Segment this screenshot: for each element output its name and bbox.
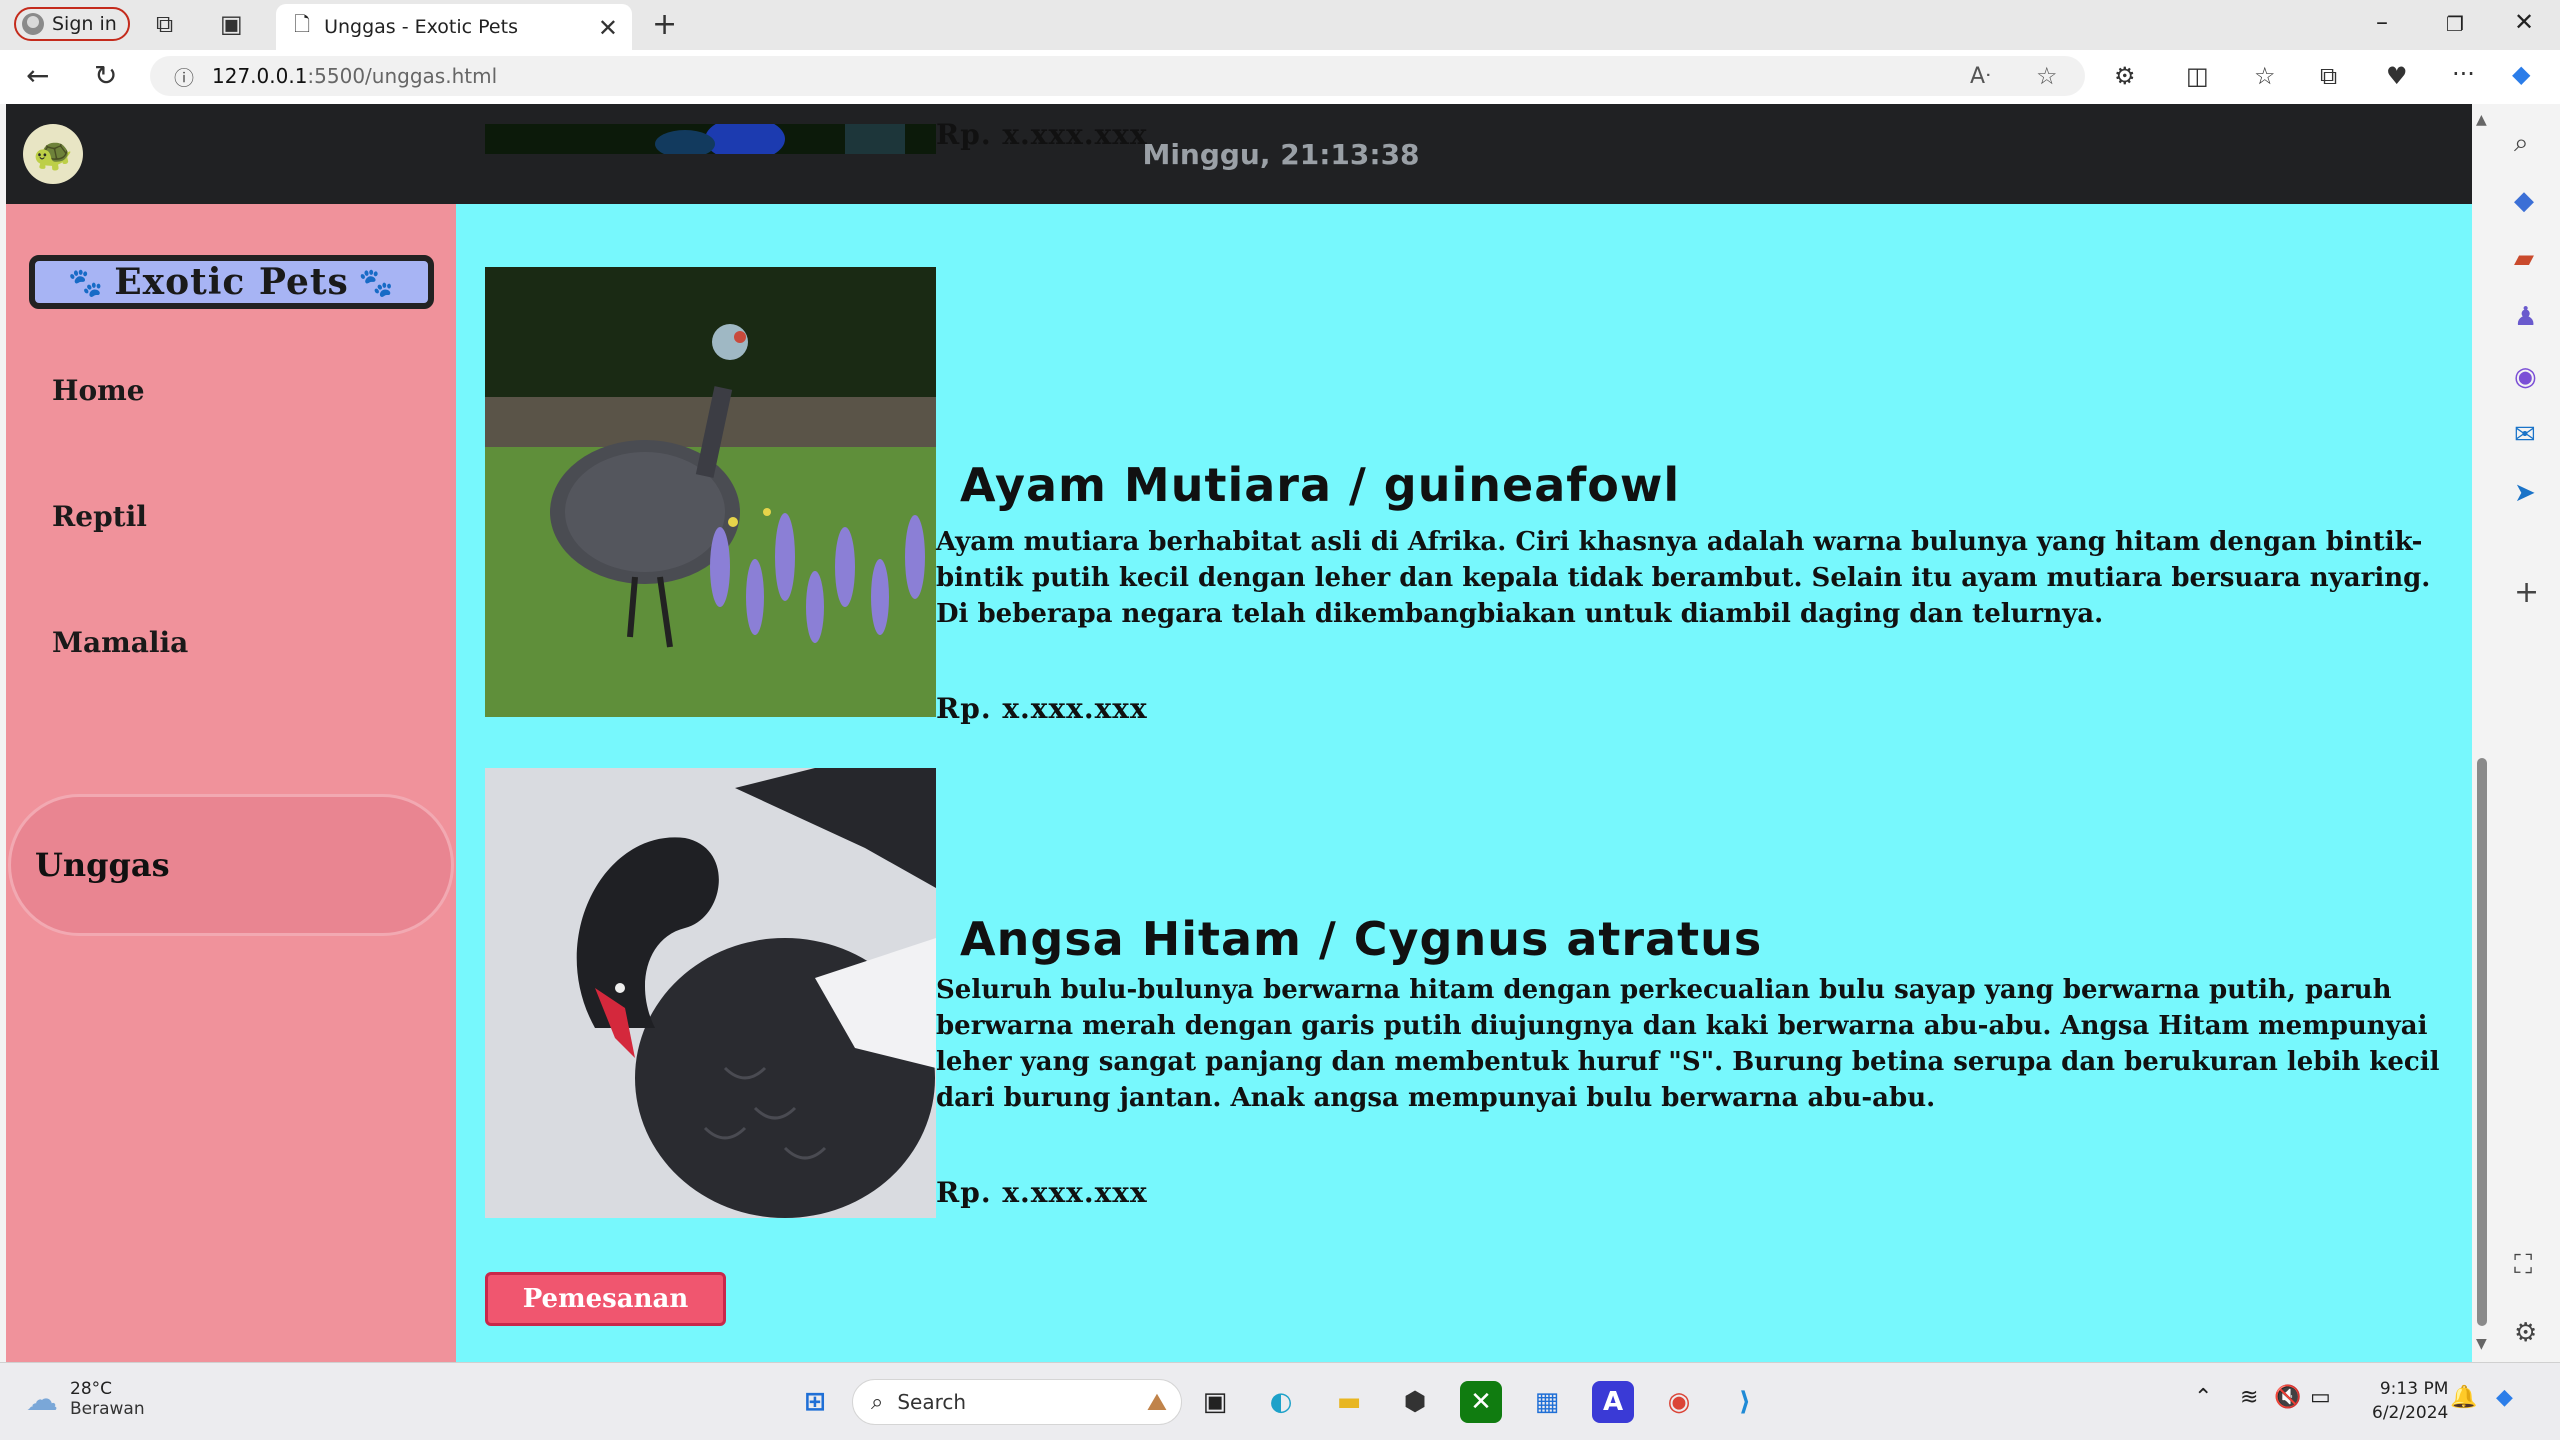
notification-icon[interactable]: 🔔	[2450, 1385, 2477, 1410]
outlook-icon[interactable]: ✉	[2514, 422, 2536, 448]
windows-taskbar: ☁ 28°C Berawan ⊞ ⌕ Search ⛰ ▣ ◐ ▬ ⬢ ✕ ▦ …	[0, 1362, 2560, 1440]
browser-essentials-icon[interactable]: ♥	[2386, 64, 2408, 88]
scroll-up-icon[interactable]: ▲	[2476, 112, 2487, 128]
brand-name: Exotic Pets	[114, 261, 349, 303]
screenshot-icon[interactable]: ⛶	[2514, 1252, 2532, 1278]
vscode-icon[interactable]: ⟩	[1724, 1381, 1766, 1423]
order-button[interactable]: Pemesanan	[485, 1272, 726, 1326]
read-aloud-icon[interactable]: Aᐧ	[1970, 64, 1991, 89]
copilot-taskbar-icon[interactable]: ◆	[2496, 1385, 2513, 1410]
app-cube-icon[interactable]: ⬢	[1394, 1381, 1436, 1423]
nav-reptil[interactable]: Reptil	[52, 500, 147, 533]
product-price: Rp. x.xxx.xxx	[936, 1176, 1148, 1209]
send-icon[interactable]: ➤	[2514, 480, 2536, 506]
tab-title: Unggas - Exotic Pets	[324, 16, 518, 38]
web-page: 🐢 Minggu, 21:13:38 Rp. x.xxx.xxx 🐾 Exoti…	[6, 104, 2472, 1362]
split-screen-icon[interactable]: ◫	[2186, 64, 2209, 88]
tab-actions-icon[interactable]: ▣	[220, 12, 243, 36]
brand-badge[interactable]: 🐾 Exotic Pets 🐾	[29, 255, 434, 309]
nav-home[interactable]: Home	[52, 374, 145, 407]
volume-muted-icon[interactable]: 🔇	[2274, 1385, 2301, 1410]
new-tab-icon[interactable]: +	[652, 10, 677, 40]
tab-unggas[interactable]: 🗋 Unggas - Exotic Pets ✕	[276, 4, 632, 50]
taskbar-search[interactable]: ⌕ Search ⛰	[852, 1379, 1182, 1425]
clock-tray[interactable]: 9:13 PM 6/2/2024	[2372, 1377, 2448, 1425]
shopping-icon[interactable]: ◆	[2514, 188, 2534, 214]
product-title: Ayam Mutiara / guineafowl	[960, 458, 1681, 512]
minimize-icon[interactable]: –	[2376, 8, 2388, 36]
favorite-star-icon[interactable]: ☆	[2036, 62, 2058, 90]
store-icon[interactable]: ▦	[1526, 1381, 1568, 1423]
profile-icon	[22, 13, 44, 35]
settings-gear-icon[interactable]: ⚙	[2514, 1320, 2537, 1346]
extensions-icon[interactable]: ⚙	[2114, 64, 2136, 88]
product-title: Angsa Hitam / Cygnus atratus	[960, 912, 1763, 966]
url-path: :5500/unggas.html	[307, 64, 498, 88]
task-view-icon[interactable]: ▣	[1194, 1381, 1236, 1423]
file-explorer-icon[interactable]: ▬	[1328, 1381, 1370, 1423]
product-image-peacock	[485, 124, 936, 154]
sign-in-button[interactable]: Sign in	[14, 7, 130, 41]
start-icon[interactable]: ⊞	[794, 1381, 836, 1423]
sidebar: 🐾 Exotic Pets 🐾 Home Reptil Mamalia Ungg…	[6, 204, 456, 1362]
info-icon[interactable]: ⓘ	[174, 62, 194, 91]
scroll-down-icon[interactable]: ▼	[2476, 1336, 2487, 1352]
temperature: 28°C	[70, 1379, 113, 1399]
address-bar[interactable]: ⓘ 127.0.0.1:5500/unggas.html Aᐧ ☆	[150, 56, 2085, 96]
app-a-icon[interactable]: A	[1592, 1381, 1634, 1423]
edge-taskbar-icon[interactable]: ◐	[1260, 1381, 1302, 1423]
browser-tab-bar: Sign in ⧉ ▣ 🗋 Unggas - Exotic Pets ✕ + –…	[0, 0, 2560, 50]
back-icon[interactable]: ←	[26, 62, 49, 90]
edge-sidebar: ⌕ ◆ ▰ ♟ ◉ ✉ ➤ + ⛶ ⚙	[2496, 104, 2560, 1362]
battery-icon[interactable]: ▭	[2310, 1385, 2331, 1410]
more-menu-icon[interactable]: ···	[2452, 62, 2475, 86]
scroll-thumb[interactable]	[2477, 758, 2487, 1326]
site-header: 🐢 Minggu, 21:13:38	[6, 104, 2472, 204]
tray-time: 9:13 PM	[2379, 1379, 2449, 1399]
product-image-black-swan	[485, 768, 936, 1218]
add-sidebar-icon[interactable]: +	[2514, 578, 2539, 608]
sign-in-label: Sign in	[52, 13, 117, 35]
product-image-guineafowl	[485, 267, 936, 717]
workspaces-icon[interactable]: ⧉	[156, 12, 173, 36]
tray-overflow-icon[interactable]: ⌃	[2194, 1385, 2212, 1410]
games-icon[interactable]: ♟	[2514, 304, 2537, 330]
close-tab-icon[interactable]: ✕	[598, 14, 618, 42]
wifi-icon[interactable]: ≋	[2240, 1385, 2258, 1410]
product-price: Rp. x.xxx.xxx	[936, 118, 1148, 151]
product-description: Seluruh bulu-bulunya berwarna hitam deng…	[936, 975, 2440, 1113]
clock: Minggu, 21:13:38	[1142, 138, 1420, 171]
product-description: Ayam mutiara berhabitat asli di Afrika. …	[936, 527, 2431, 629]
chrome-icon[interactable]: ◉	[1658, 1381, 1700, 1423]
xbox-icon[interactable]: ✕	[1460, 1381, 1502, 1423]
nav-mamalia[interactable]: Mamalia	[52, 626, 188, 659]
paw-icon: 🐾	[68, 265, 105, 299]
cloud-icon: ☁	[26, 1380, 58, 1418]
weather-widget[interactable]: ☁ 28°C Berawan	[26, 1379, 145, 1419]
page-scrollbar[interactable]: ▲ ▼	[2472, 104, 2492, 1362]
search-icon: ⌕	[871, 1389, 884, 1415]
address-toolbar: ← ↻ ⓘ 127.0.0.1:5500/unggas.html Aᐧ ☆ ⚙ …	[0, 50, 2560, 104]
office-icon[interactable]: ◉	[2514, 364, 2537, 390]
close-window-icon[interactable]: ✕	[2514, 8, 2534, 36]
url-host: 127.0.0.1	[212, 64, 308, 88]
tools-icon[interactable]: ▰	[2514, 246, 2534, 272]
refresh-icon[interactable]: ↻	[94, 62, 117, 90]
search-highlight-icon: ⛰	[1146, 1388, 1167, 1416]
product-price: Rp. x.xxx.xxx	[936, 692, 1148, 725]
tray-date: 6/2/2024	[2372, 1403, 2449, 1423]
nav-unggas-label: Unggas	[35, 846, 170, 884]
search-icon[interactable]: ⌕	[2514, 130, 2529, 156]
nav-unggas[interactable]: Unggas	[8, 794, 454, 936]
restore-icon[interactable]: ❐	[2446, 12, 2464, 36]
copilot-icon[interactable]: ◆	[2512, 62, 2530, 86]
favorites-icon[interactable]: ☆	[2254, 64, 2276, 88]
weather-condition: Berawan	[70, 1399, 145, 1419]
collections-icon[interactable]: ⧉	[2320, 64, 2337, 88]
paw-icon: 🐾	[358, 265, 395, 299]
page-icon: 🗋	[294, 12, 311, 36]
search-placeholder: Search	[897, 1390, 967, 1414]
